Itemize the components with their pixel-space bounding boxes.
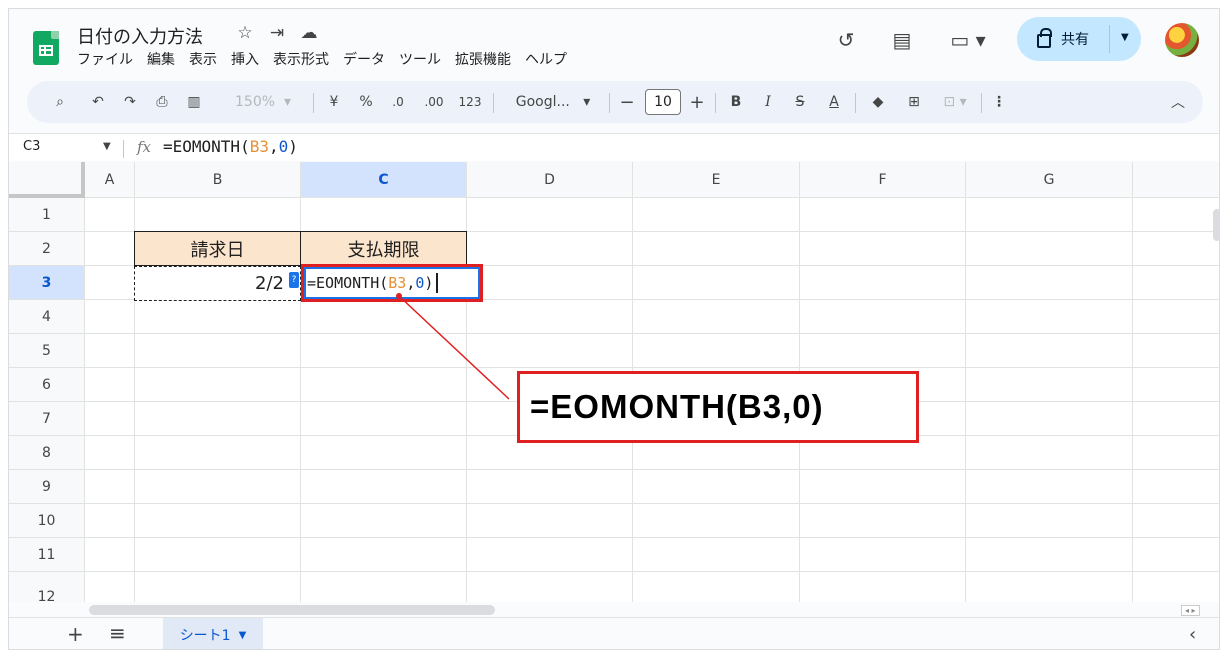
sheets-logo-icon[interactable] [33, 31, 59, 65]
text-color-button[interactable]: A [821, 81, 847, 123]
menu-file[interactable]: ファイル [77, 49, 133, 69]
column-header-a[interactable]: A [85, 162, 135, 198]
column-header-e[interactable]: E [633, 162, 800, 198]
share-dropdown-icon[interactable]: ▼ [1121, 32, 1129, 43]
column-header-b[interactable]: B [135, 162, 301, 198]
sheet-tab-label: シート1 [179, 628, 231, 644]
star-icon[interactable]: ☆ [235, 23, 255, 43]
menu-extensions[interactable]: 拡張機能 [455, 49, 511, 69]
row-header-4[interactable]: 4 [9, 300, 85, 334]
editor-formula-sep: , [406, 274, 416, 292]
font-size-decrease-button[interactable]: − [615, 81, 639, 123]
menu-tools[interactable]: ツール [399, 49, 441, 69]
number-format-button[interactable]: 123 [455, 81, 485, 123]
cell-b3[interactable]: 2/2 [134, 266, 301, 301]
print-icon[interactable]: ⎙ [149, 81, 175, 123]
editor-formula-arg: 0 [415, 274, 425, 292]
formula-bar: C3 ▼ fx =EOMONTH(B3,0) [9, 133, 1219, 161]
sheet-tabs-bar: + ≡ シート1 ▼ ‹ [9, 617, 1219, 649]
all-sheets-icon[interactable]: ≡ [109, 621, 126, 645]
horizontal-scrollbar[interactable] [89, 605, 495, 615]
row-header-5[interactable]: 5 [9, 334, 85, 368]
name-box[interactable]: C3 [23, 139, 40, 154]
column-header-c[interactable]: C [301, 162, 467, 198]
scroll-arrows-icon[interactable]: ◂ ▸ [1181, 605, 1200, 616]
row-header-9[interactable]: 9 [9, 470, 85, 504]
row-header-8[interactable]: 8 [9, 436, 85, 470]
font-family-value: Googl... [515, 94, 570, 110]
side-panel-toggle-icon[interactable]: ‹ [1189, 624, 1196, 645]
editor-formula-suffix: ) [424, 274, 434, 292]
row-header-11[interactable]: 11 [9, 538, 85, 572]
formula-callout: =EOMONTH(B3,0) [517, 371, 919, 443]
editor-formula-ref: B3 [388, 274, 407, 292]
comments-icon[interactable]: ▤ [887, 25, 917, 55]
column-header-h[interactable] [1133, 162, 1219, 198]
italic-button[interactable]: I [757, 81, 779, 123]
merge-cells-icon[interactable]: ⊡ ▾ [935, 81, 975, 123]
zoom-select[interactable]: 150% ▾ [223, 81, 303, 123]
app-window: 日付の入力方法 ☆ ⇥ ☁ ファイル 編集 表示 挿入 表示形式 データ ツール… [8, 8, 1220, 650]
formula-input[interactable]: =EOMONTH(B3,0) [163, 137, 298, 156]
cell-c3-editor[interactable]: =EOMONTH(B3, 0) [301, 264, 483, 302]
column-header-d[interactable]: D [467, 162, 633, 198]
move-folder-icon[interactable]: ⇥ [267, 23, 287, 43]
fx-icon: fx [137, 138, 152, 156]
name-box-dropdown-icon[interactable]: ▼ [103, 141, 111, 152]
avatar[interactable] [1165, 23, 1199, 57]
row-header-10[interactable]: 10 [9, 504, 85, 538]
font-family-select[interactable]: Googl... ▾ [503, 81, 603, 123]
column-header-g[interactable]: G [966, 162, 1133, 198]
bold-button[interactable]: B [725, 81, 747, 123]
document-title[interactable]: 日付の入力方法 [77, 23, 203, 49]
increase-decimal-button[interactable]: .00 [419, 81, 449, 123]
currency-format-button[interactable]: ¥ [323, 81, 345, 123]
share-button[interactable]: 共有 ▼ [1017, 17, 1141, 61]
row-header-3[interactable]: 3 [9, 266, 85, 300]
font-size-increase-button[interactable]: + [685, 81, 709, 123]
cloud-status-icon[interactable]: ☁ [299, 23, 319, 43]
menu-insert[interactable]: 挿入 [231, 49, 259, 69]
paint-format-icon[interactable]: ▥ [181, 81, 207, 123]
cell-b2[interactable]: 請求日 [134, 231, 301, 266]
share-label: 共有 [1061, 32, 1089, 48]
percent-format-button[interactable]: % [355, 81, 377, 123]
editor-formula-prefix: =EOMONTH( [307, 274, 389, 292]
version-history-icon[interactable]: ↺ [831, 25, 861, 55]
strikethrough-button[interactable]: S [789, 81, 811, 123]
row-header-1[interactable]: 1 [9, 198, 85, 232]
column-header-f[interactable]: F [800, 162, 966, 198]
collapse-toolbar-icon[interactable]: ︿ [1165, 81, 1191, 123]
fill-color-icon[interactable]: ◆ [865, 81, 891, 123]
select-all-corner[interactable] [9, 162, 85, 198]
meet-icon[interactable]: ▭ ▾ [943, 25, 993, 55]
menu-data[interactable]: データ [343, 49, 385, 69]
menu-format[interactable]: 表示形式 [273, 49, 329, 69]
font-size-input[interactable]: 10 [645, 89, 681, 115]
borders-icon[interactable]: ⊞ [901, 81, 927, 123]
decrease-decimal-button[interactable]: .0 [385, 81, 411, 123]
text-cursor [436, 273, 439, 293]
lock-icon [1037, 28, 1052, 48]
menu-view[interactable]: 表示 [189, 49, 217, 69]
menu-bar: ファイル 編集 表示 挿入 表示形式 データ ツール 拡張機能 ヘルプ [77, 49, 567, 69]
menu-edit[interactable]: 編集 [147, 49, 175, 69]
add-sheet-icon[interactable]: + [67, 622, 84, 646]
sheet-tab-active[interactable]: シート1 ▼ [163, 618, 263, 649]
menu-help[interactable]: ヘルプ [525, 49, 567, 69]
redo-icon[interactable]: ↷ [117, 81, 143, 123]
row-header-12[interactable]: 12 [9, 572, 85, 602]
row-header-6[interactable]: 6 [9, 368, 85, 402]
row-header-7[interactable]: 7 [9, 402, 85, 436]
formula-help-icon[interactable]: ? [289, 272, 299, 288]
row-header-2[interactable]: 2 [9, 232, 85, 266]
vertical-scrollbar[interactable] [1213, 209, 1219, 241]
cell-c2[interactable]: 支払期限 [300, 231, 467, 266]
sheet-tab-dropdown-icon[interactable]: ▼ [239, 630, 247, 641]
more-options-icon[interactable]: ⋮ [989, 81, 1009, 123]
undo-icon[interactable]: ↶ [85, 81, 111, 123]
toolbar: ⌕ ↶ ↷ ⎙ ▥ 150% ▾ ¥ % .0 .00 123 Googl...… [27, 81, 1203, 123]
search-menus-icon[interactable]: ⌕ [47, 81, 73, 123]
zoom-value: 150% [235, 94, 276, 110]
